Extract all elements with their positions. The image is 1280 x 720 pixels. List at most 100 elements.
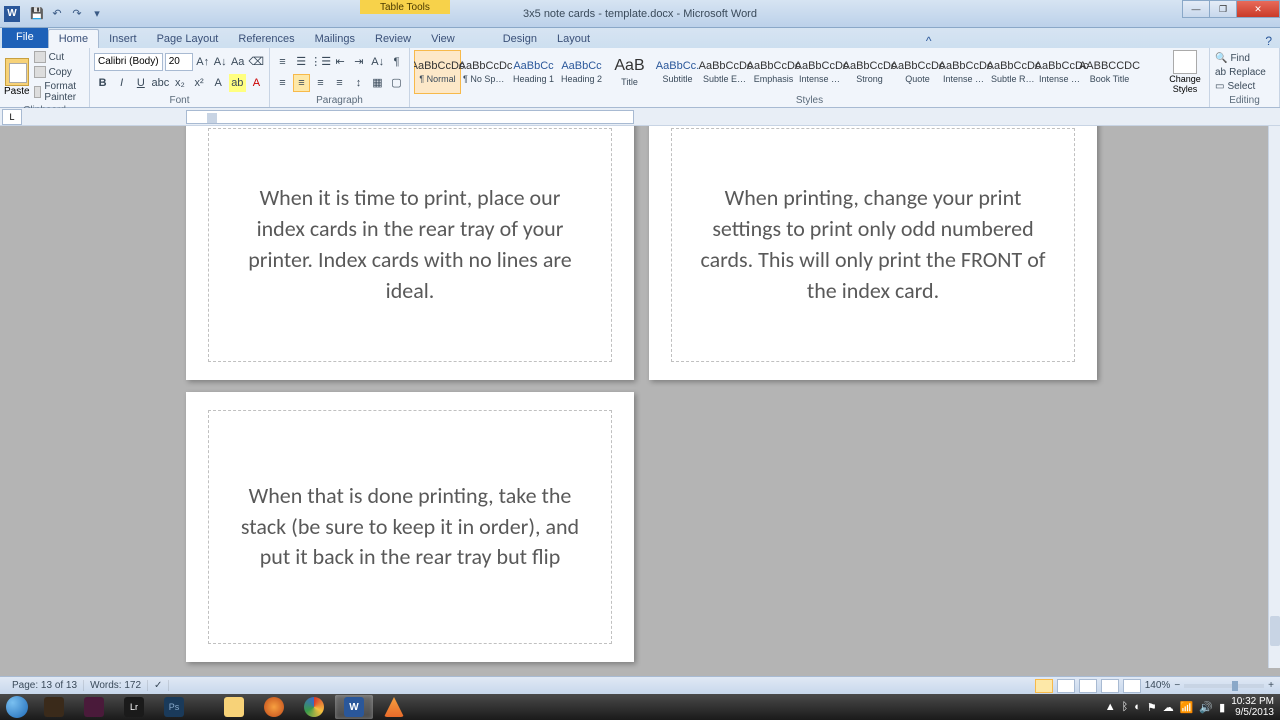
align-center-icon[interactable]: ≡	[293, 74, 310, 92]
qat-customize-icon[interactable]: ▾	[88, 5, 106, 23]
italic-button[interactable]: I	[113, 74, 130, 92]
taskbar-app-vlc[interactable]	[375, 695, 413, 719]
taskbar-app-word[interactable]: W	[335, 695, 373, 719]
card-text[interactable]: When it is time to print, place our inde…	[233, 183, 587, 306]
grow-font-icon[interactable]: A↑	[195, 53, 211, 71]
style-heading-2[interactable]: AaBbCcHeading 2	[558, 50, 605, 94]
review-tab[interactable]: Review	[365, 30, 421, 48]
tray-icon[interactable]: ◐	[1134, 701, 1141, 713]
references-tab[interactable]: References	[228, 30, 304, 48]
document-area[interactable]: When it is time to print, place our inde…	[0, 126, 1268, 694]
borders-icon[interactable]: ▢	[388, 74, 405, 92]
subscript-button[interactable]: x₂	[171, 74, 188, 92]
tab-selector[interactable]: L	[2, 109, 22, 125]
redo-icon[interactable]: ↷	[68, 5, 86, 23]
underline-button[interactable]: U	[132, 74, 149, 92]
change-case-icon[interactable]: Aa	[230, 53, 246, 71]
card-cell[interactable]: When that is done printing, take the sta…	[208, 410, 612, 644]
style-heading-1[interactable]: AaBbCcHeading 1	[510, 50, 557, 94]
shrink-font-icon[interactable]: A↓	[212, 53, 228, 71]
undo-icon[interactable]: ↶	[48, 5, 66, 23]
network-icon[interactable]: 📶	[1180, 701, 1194, 714]
proofing-icon[interactable]: ✓	[148, 680, 169, 691]
vertical-scrollbar[interactable]	[1268, 126, 1280, 668]
font-name-selector[interactable]: Calibri (Body)	[94, 53, 163, 71]
style-quote[interactable]: AaBbCcDcQuote	[894, 50, 941, 94]
close-button[interactable]: ✕	[1236, 0, 1280, 18]
word-count[interactable]: Words: 172	[84, 680, 148, 691]
minimize-button[interactable]: —	[1182, 0, 1210, 18]
start-button[interactable]	[0, 694, 34, 720]
volume-icon[interactable]: 🔊	[1199, 701, 1213, 714]
format-painter-button[interactable]: Format Painter	[32, 80, 85, 104]
style-title[interactable]: AaBTitle	[606, 50, 653, 94]
layout-tab[interactable]: Layout	[547, 30, 600, 48]
styles-gallery[interactable]: AaBbCcDc¶ NormalAaBbCcDc¶ No Spaci...AaB…	[414, 50, 1165, 94]
style-intense-r-[interactable]: AaBbCcDcIntense R...	[1038, 50, 1085, 94]
scrollbar-thumb[interactable]	[1270, 616, 1280, 646]
taskbar-app-explorer[interactable]	[215, 695, 253, 719]
help-icon[interactable]: ?	[1265, 34, 1272, 48]
strikethrough-button[interactable]: abc	[151, 74, 169, 92]
zoom-in-icon[interactable]: +	[1268, 680, 1274, 691]
style-strong[interactable]: AaBbCcDcStrong	[846, 50, 893, 94]
card-text[interactable]: When printing, change your print setting…	[696, 183, 1050, 306]
change-styles-button[interactable]: Change Styles	[1165, 50, 1205, 94]
card-text[interactable]: When that is done printing, take the sta…	[233, 481, 587, 573]
show-marks-icon[interactable]: ¶	[388, 53, 405, 71]
copy-button[interactable]: Copy	[32, 65, 85, 79]
style-intense-q-[interactable]: AaBbCcDcIntense Q...	[942, 50, 989, 94]
select-button[interactable]: ▭Select	[1214, 80, 1267, 93]
style--no-spaci-[interactable]: AaBbCcDc¶ No Spaci...	[462, 50, 509, 94]
style-emphasis[interactable]: AaBbCcDcEmphasis	[750, 50, 797, 94]
font-color-icon[interactable]: A	[248, 74, 265, 92]
view-tab[interactable]: View	[421, 30, 465, 48]
tray-icon[interactable]: ☁	[1163, 701, 1174, 714]
align-left-icon[interactable]: ≡	[274, 74, 291, 92]
card-cell[interactable]: When it is time to print, place our inde…	[208, 128, 612, 362]
paste-button[interactable]: Paste	[4, 58, 30, 97]
decrease-indent-icon[interactable]: ⇤	[332, 53, 349, 71]
zoom-slider-handle[interactable]	[1232, 681, 1238, 691]
font-size-selector[interactable]: 20	[165, 53, 193, 71]
zoom-out-icon[interactable]: −	[1174, 680, 1180, 691]
taskbar-app-bridge[interactable]	[35, 695, 73, 719]
style-book-title[interactable]: AABBCCDCBook Title	[1086, 50, 1133, 94]
shading-icon[interactable]: ▦	[369, 74, 386, 92]
tray-icon[interactable]: ▲	[1105, 701, 1116, 713]
zoom-slider[interactable]	[1184, 684, 1264, 688]
clock[interactable]: 10:32 PM 9/5/2013	[1231, 696, 1274, 718]
horizontal-ruler[interactable]	[186, 110, 634, 124]
highlight-icon[interactable]: ab	[229, 74, 246, 92]
replace-button[interactable]: abReplace	[1214, 66, 1267, 79]
line-spacing-icon[interactable]: ↕	[350, 74, 367, 92]
bullets-icon[interactable]: ≡	[274, 53, 291, 71]
web-layout-view-icon[interactable]	[1079, 679, 1097, 693]
zoom-level[interactable]: 140%	[1145, 680, 1171, 691]
increase-indent-icon[interactable]: ⇥	[350, 53, 367, 71]
multilevel-list-icon[interactable]: ⋮☰	[312, 53, 330, 71]
find-button[interactable]: 🔍Find	[1214, 52, 1267, 65]
mailings-tab[interactable]: Mailings	[305, 30, 365, 48]
restore-button[interactable]: ❐	[1209, 0, 1237, 18]
style-subtle-ref-[interactable]: AaBbCcDcSubtle Ref...	[990, 50, 1037, 94]
taskbar-app-indesign[interactable]	[75, 695, 113, 719]
page-layout-tab[interactable]: Page Layout	[147, 30, 229, 48]
taskbar-app-lightroom[interactable]: Lr	[115, 695, 153, 719]
taskbar-app-photoshop[interactable]: Ps	[155, 695, 193, 719]
taskbar-app-chrome[interactable]	[295, 695, 333, 719]
taskbar-app-firefox[interactable]	[255, 695, 293, 719]
battery-icon[interactable]: ▮	[1219, 701, 1225, 714]
outline-view-icon[interactable]	[1101, 679, 1119, 693]
numbering-icon[interactable]: ☰	[293, 53, 310, 71]
full-screen-view-icon[interactable]	[1057, 679, 1075, 693]
style-intense-e-[interactable]: AaBbCcDcIntense E...	[798, 50, 845, 94]
bluetooth-icon[interactable]: ᛒ	[1122, 701, 1129, 713]
index-card[interactable]: When that is done printing, take the sta…	[186, 392, 634, 662]
insert-tab[interactable]: Insert	[99, 30, 147, 48]
draft-view-icon[interactable]	[1123, 679, 1141, 693]
style--normal[interactable]: AaBbCcDc¶ Normal	[414, 50, 461, 94]
minimize-ribbon-icon[interactable]: ^	[926, 34, 932, 48]
save-icon[interactable]: 💾	[28, 5, 46, 23]
text-effects-icon[interactable]: A	[210, 74, 227, 92]
